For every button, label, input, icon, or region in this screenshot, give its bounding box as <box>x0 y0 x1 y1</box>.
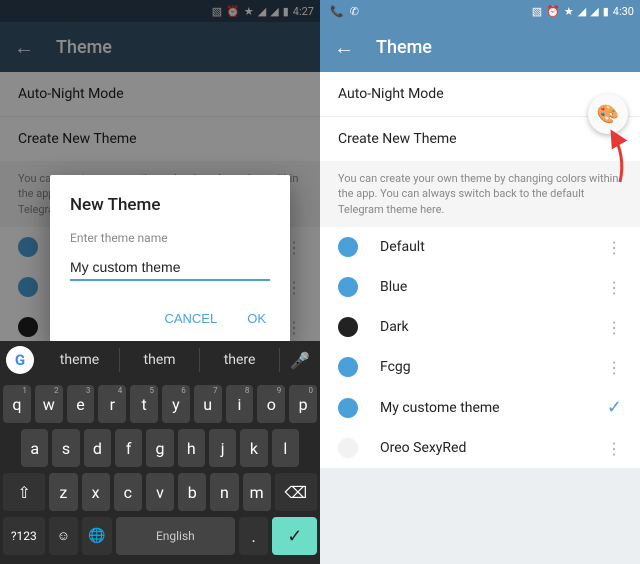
key-j[interactable]: j <box>209 429 236 467</box>
key-k[interactable]: k <box>240 429 267 467</box>
key-l[interactable]: l <box>272 429 299 467</box>
enter-key[interactable]: ✓ <box>272 517 317 555</box>
theme-color-dot <box>338 277 358 297</box>
new-theme-dialog: New Theme Enter theme name CANCEL OK <box>50 175 290 342</box>
signal-icon: ◢ <box>590 5 598 18</box>
theme-name-label: Oreo SexyRed <box>380 440 598 456</box>
theme-row[interactable]: Default ⋮ <box>320 227 640 267</box>
suggestion-1[interactable]: theme <box>40 348 120 372</box>
key-a[interactable]: a <box>21 429 48 467</box>
suggestion-2[interactable]: them <box>120 348 200 372</box>
palette-fab[interactable]: 🎨 <box>588 94 628 134</box>
dialog-label: Enter theme name <box>70 231 270 245</box>
theme-name-label: Default <box>380 239 598 255</box>
more-icon[interactable]: ⋮ <box>598 238 630 257</box>
theme-row[interactable]: Blue ⋮ <box>320 267 640 307</box>
space-key[interactable]: English <box>116 517 235 555</box>
suggestion-bar: G theme them there 🎤 <box>0 341 320 379</box>
theme-name-label: My custome theme <box>380 400 607 416</box>
no-sim-icon: ▧ <box>532 5 542 18</box>
battery-icon: ▮ <box>603 5 609 18</box>
theme-row[interactable]: Oreo SexyRed ⋮ <box>320 428 640 468</box>
key-o[interactable]: o9 <box>257 385 285 423</box>
soft-keyboard: q1w2e3r4t5y6u7i8o9p0 asdfghjkl ⇧zxcvbnm⌫… <box>0 379 320 564</box>
back-icon[interactable]: ← <box>334 35 354 60</box>
theme-row[interactable]: My custome theme ✓ <box>320 387 640 428</box>
key-t[interactable]: t5 <box>130 385 158 423</box>
whatsapp-icon: ✆ <box>350 5 359 18</box>
key-q[interactable]: q1 <box>3 385 31 423</box>
priority-icon: ★ <box>564 5 574 18</box>
phone-left-screen: ▧ ⏰ ★ ◢ ◢ ▮ 4:27 ← Theme Auto-Night Mode… <box>0 0 320 564</box>
google-icon[interactable]: G <box>6 346 34 374</box>
check-icon: ✓ <box>607 397 622 418</box>
key-h[interactable]: h <box>178 429 205 467</box>
phone-icon: 📞 <box>330 5 344 18</box>
key-v[interactable]: v <box>146 473 174 511</box>
mic-icon[interactable]: 🎤 <box>280 351 320 370</box>
key-c[interactable]: c <box>114 473 142 511</box>
palette-icon: 🎨 <box>597 104 619 125</box>
more-icon[interactable]: ⋮ <box>598 318 630 337</box>
shift-key[interactable]: ⇧ <box>3 473 45 511</box>
keyboard-area: G theme them there 🎤 q1w2e3r4t5y6u7i8o9p… <box>0 341 320 564</box>
more-icon[interactable]: ⋮ <box>598 439 630 458</box>
theme-color-dot <box>338 438 358 458</box>
key-b[interactable]: b <box>178 473 206 511</box>
key-z[interactable]: z <box>49 473 77 511</box>
more-icon[interactable]: ⋮ <box>598 358 630 377</box>
theme-color-dot <box>338 317 358 337</box>
status-bar: 📞 ✆ ▧ ⏰ ★ ◢ ◢ ▮ 4:30 <box>320 0 640 22</box>
key-u[interactable]: u7 <box>194 385 222 423</box>
key-y[interactable]: y6 <box>162 385 190 423</box>
signal-icon: ◢ <box>578 5 586 18</box>
key-w[interactable]: w2 <box>35 385 63 423</box>
globe-key[interactable]: 🌐 <box>82 517 112 555</box>
period-key[interactable]: . <box>239 517 269 555</box>
theme-hint-text: You can create your own theme by changin… <box>320 161 640 227</box>
theme-name-label: Fcgg <box>380 359 598 375</box>
emoji-key[interactable]: ☺ <box>49 517 79 555</box>
theme-color-dot <box>338 357 358 377</box>
theme-row[interactable]: Fcgg ⋮ <box>320 347 640 387</box>
key-f[interactable]: f <box>115 429 142 467</box>
key-n[interactable]: n <box>210 473 238 511</box>
key-m[interactable]: m <box>243 473 271 511</box>
theme-color-dot <box>338 398 358 418</box>
theme-row[interactable]: Dark ⋮ <box>320 307 640 347</box>
theme-name-label: Dark <box>380 319 598 335</box>
cancel-button[interactable]: CANCEL <box>160 303 221 334</box>
key-e[interactable]: e3 <box>67 385 95 423</box>
ok-button[interactable]: OK <box>243 303 270 334</box>
key-g[interactable]: g <box>146 429 173 467</box>
app-header: ← Theme <box>320 22 640 72</box>
symbols-key[interactable]: ?123 <box>3 517 45 555</box>
theme-name-input[interactable] <box>70 255 270 281</box>
alarm-icon: ⏰ <box>546 5 560 18</box>
status-time: 4:30 <box>613 5 634 18</box>
key-s[interactable]: s <box>52 429 79 467</box>
theme-color-dot <box>338 237 358 257</box>
key-i[interactable]: i8 <box>226 385 254 423</box>
more-icon[interactable]: ⋮ <box>598 278 630 297</box>
dialog-title: New Theme <box>70 195 270 215</box>
backspace-key[interactable]: ⌫ <box>275 473 317 511</box>
key-d[interactable]: d <box>84 429 111 467</box>
key-p[interactable]: p0 <box>289 385 317 423</box>
key-r[interactable]: r4 <box>98 385 126 423</box>
phone-right-screen: 📞 ✆ ▧ ⏰ ★ ◢ ◢ ▮ 4:30 ← Theme Auto-Night … <box>320 0 640 564</box>
suggestion-3[interactable]: there <box>200 348 280 372</box>
theme-name-label: Blue <box>380 279 598 295</box>
key-x[interactable]: x <box>82 473 110 511</box>
page-title: Theme <box>376 37 432 58</box>
